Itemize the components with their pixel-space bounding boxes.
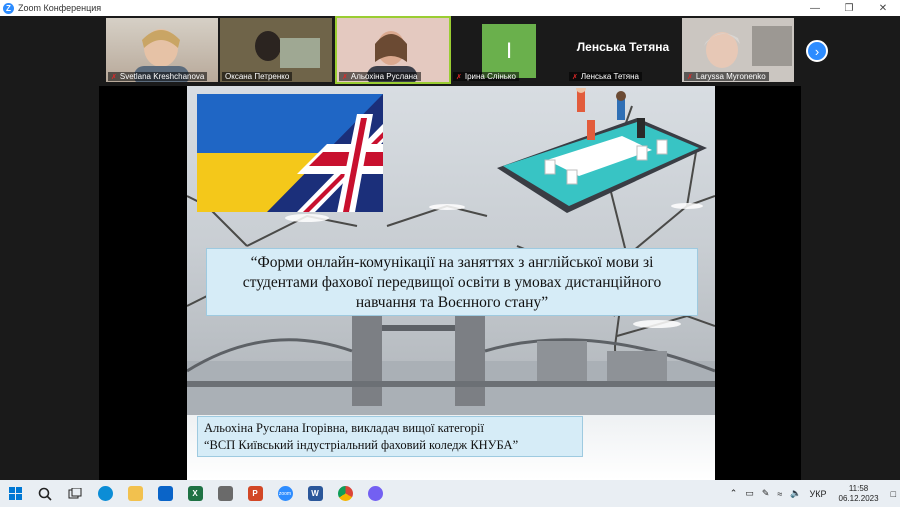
participant-gallery: ✗ Svetlana Kreshchanova Оксана Петренко ✗… (0, 16, 900, 86)
participant-tile-active[interactable]: ✗ Альохіна Руслана (335, 16, 451, 84)
participant-name: ✗ Альохіна Руслана (339, 72, 421, 81)
notifications-icon[interactable]: □ (887, 489, 900, 499)
minimize-icon[interactable]: — (798, 0, 832, 16)
participant-name: ✗ Svetlana Kreshchanova (108, 72, 208, 81)
windows-taskbar: X P zoom W ⌃ ▭ ✎ ≈ 🔈 УКР 11:58 06.12.202… (0, 480, 900, 507)
participant-tile[interactable]: Ленська Тетяна ✗ Ленська Тетяна (567, 18, 679, 82)
mic-muted-icon: ✗ (572, 73, 578, 81)
window-title: Zoom Конференция (18, 3, 102, 13)
pen-icon[interactable]: ✎ (758, 488, 774, 499)
volume-icon[interactable]: 🔈 (786, 488, 805, 499)
mic-muted-icon: ✗ (687, 73, 693, 81)
slide-title: “Форми онлайн-комунікації на заняттях з … (206, 248, 698, 316)
mic-muted-icon: ✗ (111, 73, 117, 81)
chrome-icon[interactable] (330, 480, 360, 507)
chevron-up-icon[interactable]: ⌃ (726, 488, 742, 499)
mail-icon[interactable] (150, 480, 180, 507)
task-view-icon[interactable] (60, 480, 90, 507)
close-icon[interactable]: ✕ (866, 0, 900, 16)
store-icon[interactable] (210, 480, 240, 507)
excel-icon[interactable]: X (180, 480, 210, 507)
participant-tile[interactable]: ✗ Laryssa Myronenko (682, 18, 794, 82)
clock[interactable]: 11:58 06.12.2023 (831, 484, 887, 504)
viber-icon[interactable] (360, 480, 390, 507)
zoom-logo-icon: Z (3, 2, 14, 14)
zoom-icon[interactable]: zoom (270, 480, 300, 507)
window-titlebar: Z Zoom Конференция — ❐ ✕ (0, 0, 900, 16)
powerpoint-icon[interactable]: P (240, 480, 270, 507)
wifi-icon[interactable]: ≈ (773, 489, 786, 499)
participant-name: ✗ Ірина Слінько (453, 72, 519, 81)
presentation-slide: “Форми онлайн-комунікації на заняттях з … (187, 86, 715, 480)
word-icon[interactable]: W (300, 480, 330, 507)
clock-date: 06.12.2023 (838, 493, 879, 503)
window-controls: — ❐ ✕ (798, 0, 900, 16)
participant-big-label: Ленська Тетяна (576, 40, 670, 54)
windows-start-icon[interactable] (0, 480, 30, 507)
system-tray: ⌃ ▭ ✎ ≈ 🔈 УКР 11:58 06.12.2023 □ (726, 480, 900, 507)
file-explorer-icon[interactable] (120, 480, 150, 507)
participant-tile[interactable]: Оксана Петренко (220, 18, 332, 82)
participant-name: ✗ Ленська Тетяна (569, 72, 642, 81)
mic-muted-icon: ✗ (342, 73, 348, 81)
online-meeting-phone-image (497, 88, 707, 213)
slide-author: Альохіна Руслана Ігорівна, викладач вищо… (197, 416, 583, 457)
restore-icon[interactable]: ❐ (832, 0, 866, 16)
clock-time: 11:58 (848, 483, 869, 493)
gallery-next-icon[interactable]: › (806, 40, 828, 62)
participant-name: ✗ Laryssa Myronenko (684, 72, 769, 81)
language-indicator[interactable]: УКР (806, 489, 831, 499)
participant-tile[interactable]: ✗ Svetlana Kreshchanova (106, 18, 218, 82)
participant-tile[interactable]: I ✗ Ірина Слінько (451, 18, 563, 82)
tower-bridge-image (187, 311, 715, 431)
author-organization: “ВСП Київський індустріальний фаховий ко… (204, 438, 519, 452)
shared-screen: “Форми онлайн-комунікації на заняттях з … (99, 86, 801, 480)
participant-name: Оксана Петренко (222, 72, 293, 81)
battery-icon[interactable]: ▭ (741, 488, 758, 499)
author-name: Альохіна Руслана Ігорівна, викладач вищо… (204, 421, 484, 435)
edge-icon[interactable] (90, 480, 120, 507)
mic-muted-icon: ✗ (456, 73, 462, 81)
search-icon[interactable] (30, 480, 60, 507)
ukraine-uk-flag-image (197, 94, 383, 212)
participant-avatar: I (482, 24, 536, 78)
